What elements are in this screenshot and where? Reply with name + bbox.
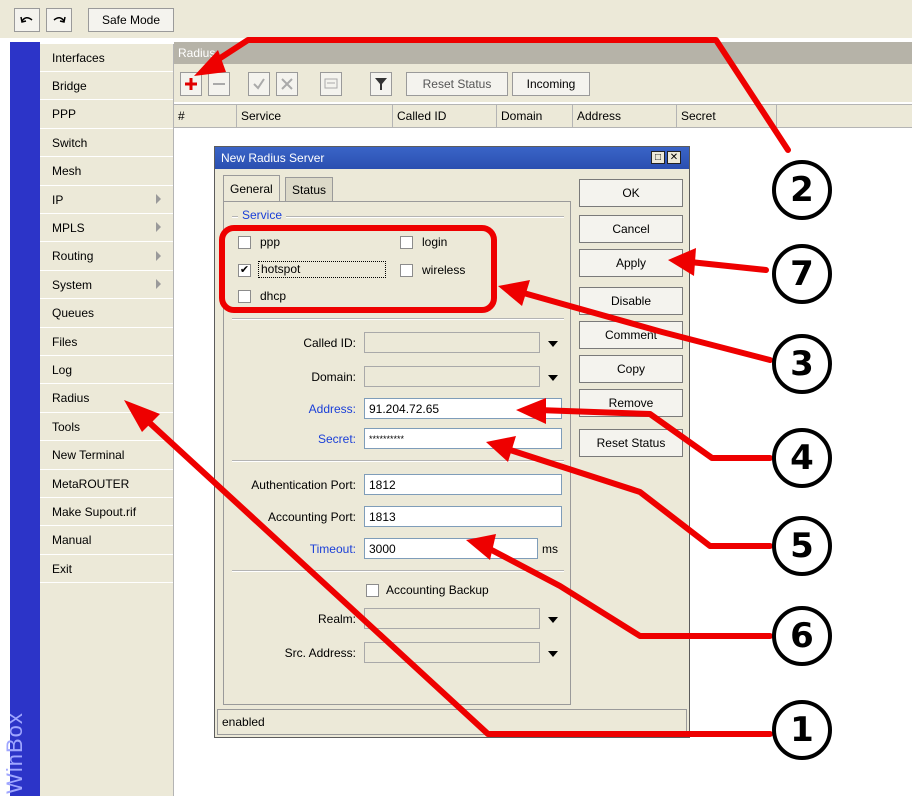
annotation-arrow-7 [687, 259, 769, 273]
annotation-arrow-6 [481, 543, 773, 639]
callout-6: 6 [772, 606, 832, 666]
annotation-arrow-3 [517, 289, 773, 363]
annotation-arrow-5 [501, 445, 773, 549]
callout-2: 2 [772, 160, 832, 220]
annotation-arrowhead-7 [668, 248, 696, 276]
callout-5: 5 [772, 516, 832, 576]
callout-3: 3 [772, 334, 832, 394]
service-highlight-box [219, 225, 497, 313]
annotation-arrowhead-4 [516, 398, 546, 424]
annotation-arrow-2 [205, 37, 791, 153]
annotation-overlay [124, 37, 791, 737]
annotation-arrowhead-5 [486, 436, 516, 462]
callout-7: 7 [772, 244, 832, 304]
annotation-arrow-1 [137, 411, 773, 737]
callout-4: 4 [772, 428, 832, 488]
annotation-arrow-4 [535, 407, 773, 461]
annotation-arrowhead-6 [466, 534, 496, 560]
annotation-arrowhead-3 [498, 280, 530, 306]
callout-1: 1 [772, 700, 832, 760]
